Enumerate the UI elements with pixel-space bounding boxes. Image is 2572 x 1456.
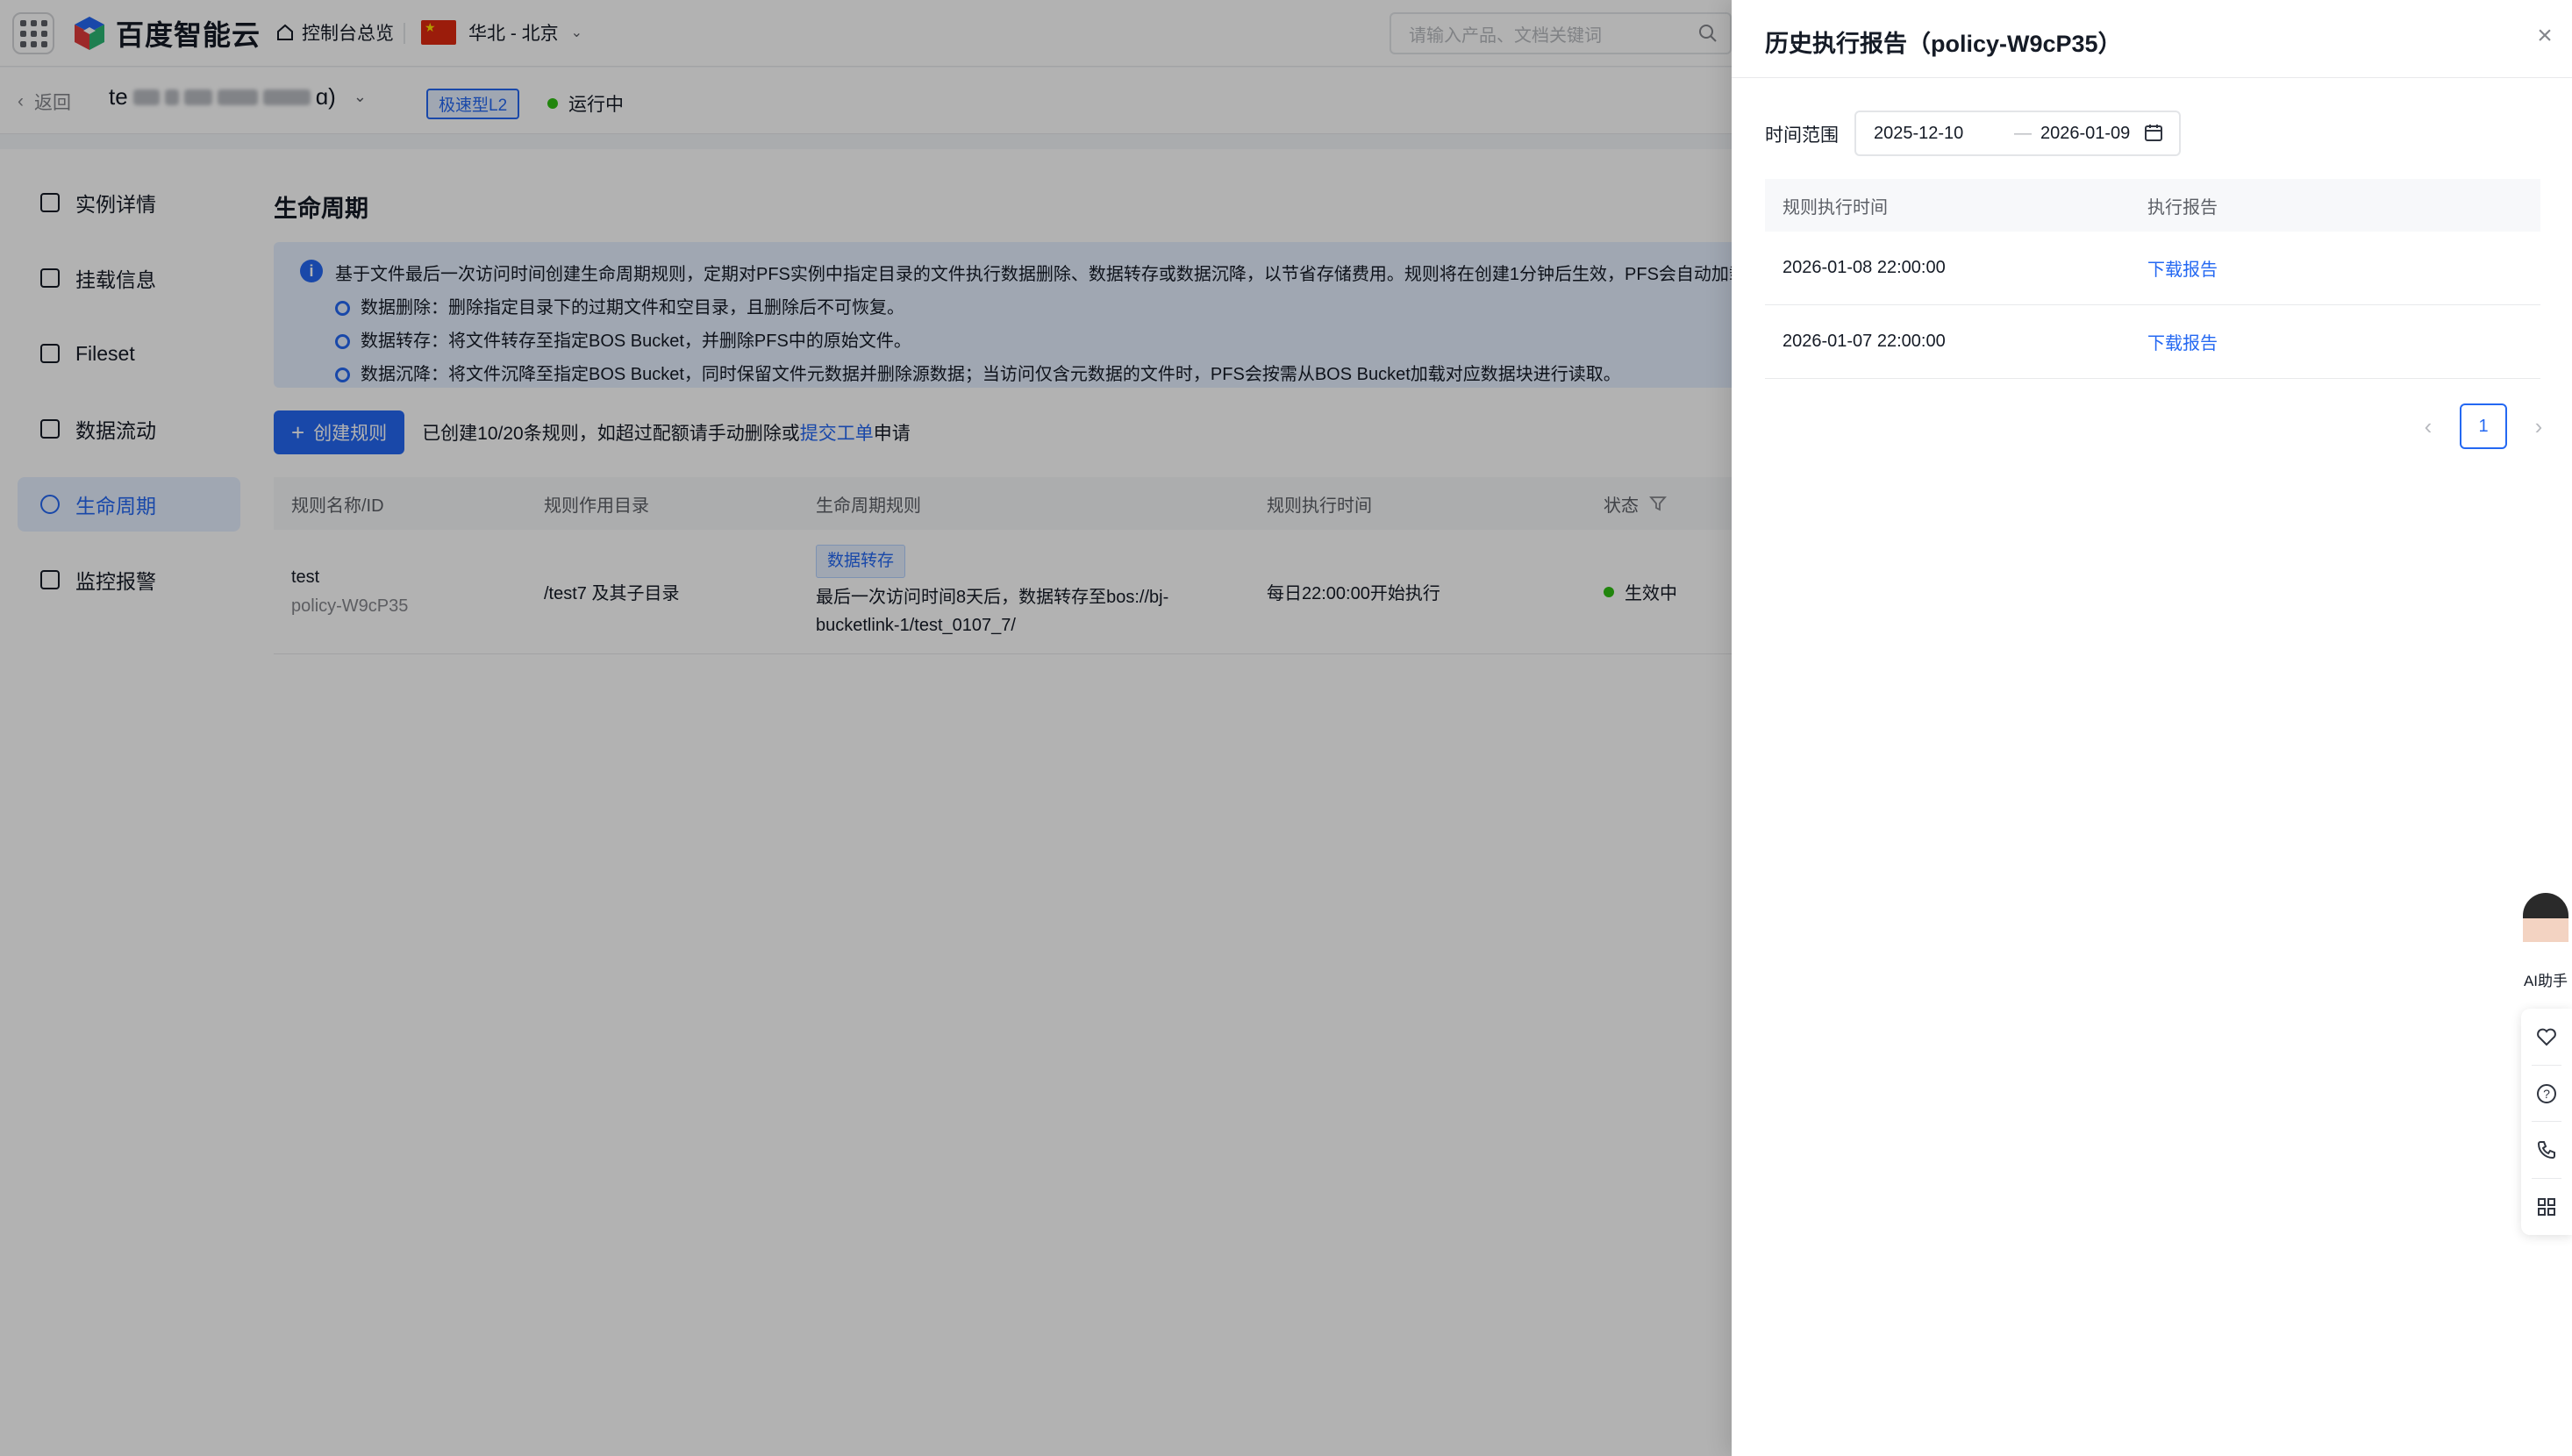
exec-time-cell: 2026-01-07 22:00:00 (1783, 332, 1946, 351)
page-number-current[interactable]: 1 (2460, 403, 2507, 449)
column-header: 执行报告 (2147, 197, 2218, 218)
calendar-icon[interactable] (2144, 123, 2163, 142)
download-report-link[interactable]: 下载报告 (2147, 334, 2218, 353)
heart-icon[interactable] (2532, 1022, 2561, 1052)
exec-time-cell: 2026-01-08 22:00:00 (1783, 258, 1946, 277)
report-cell: 下载报告 (2130, 255, 2540, 281)
ai-assistant-button[interactable]: AI助手 (2519, 893, 2572, 991)
history-table: 规则执行时间 执行报告 2026-01-08 22:00:00 下载报告 202… (1765, 179, 2540, 379)
floating-toolbar: ? (2521, 1009, 2572, 1235)
tool-divider (2532, 1065, 2561, 1067)
time-range-label: 时间范围 (1765, 125, 1839, 146)
tool-divider (2532, 1121, 2561, 1123)
history-report-drawer: 历史执行报告（policy-W9cP35） × 时间范围 2025-12-10 … (1732, 0, 2572, 1456)
ai-assistant-label: AI助手 (2523, 973, 2568, 989)
close-icon[interactable]: × (2532, 23, 2558, 49)
range-separator: — (2014, 123, 2032, 143)
range-end-date[interactable]: 2026-01-09 (2040, 124, 2130, 144)
prev-page-icon[interactable]: ‹ (2416, 414, 2440, 439)
table-row: 2026-01-08 22:00:00 下载报告 (1765, 232, 2540, 305)
phone-icon[interactable] (2532, 1135, 2561, 1165)
download-report-link[interactable]: 下载报告 (2147, 261, 2218, 280)
ai-assistant-avatar (2523, 893, 2568, 963)
range-start-date[interactable]: 2025-12-10 (1874, 124, 1963, 144)
drawer-divider (1732, 77, 2572, 78)
drawer-title: 历史执行报告（policy-W9cP35） (1765, 31, 2122, 57)
tool-divider (2532, 1177, 2561, 1179)
pagination: ‹ 1 › (2416, 403, 2551, 449)
table-header: 规则执行时间 执行报告 (1765, 179, 2540, 232)
table-row: 2026-01-07 22:00:00 下载报告 (1765, 305, 2540, 379)
apps-icon[interactable] (2532, 1192, 2561, 1222)
help-icon[interactable]: ? (2532, 1079, 2561, 1109)
svg-text:?: ? (2543, 1087, 2550, 1101)
column-header: 规则执行时间 (1783, 197, 1888, 218)
report-cell: 下载报告 (2130, 329, 2540, 354)
date-range-picker[interactable]: 2025-12-10 — 2026-01-09 (1854, 111, 2181, 156)
next-page-icon[interactable]: › (2526, 414, 2551, 439)
